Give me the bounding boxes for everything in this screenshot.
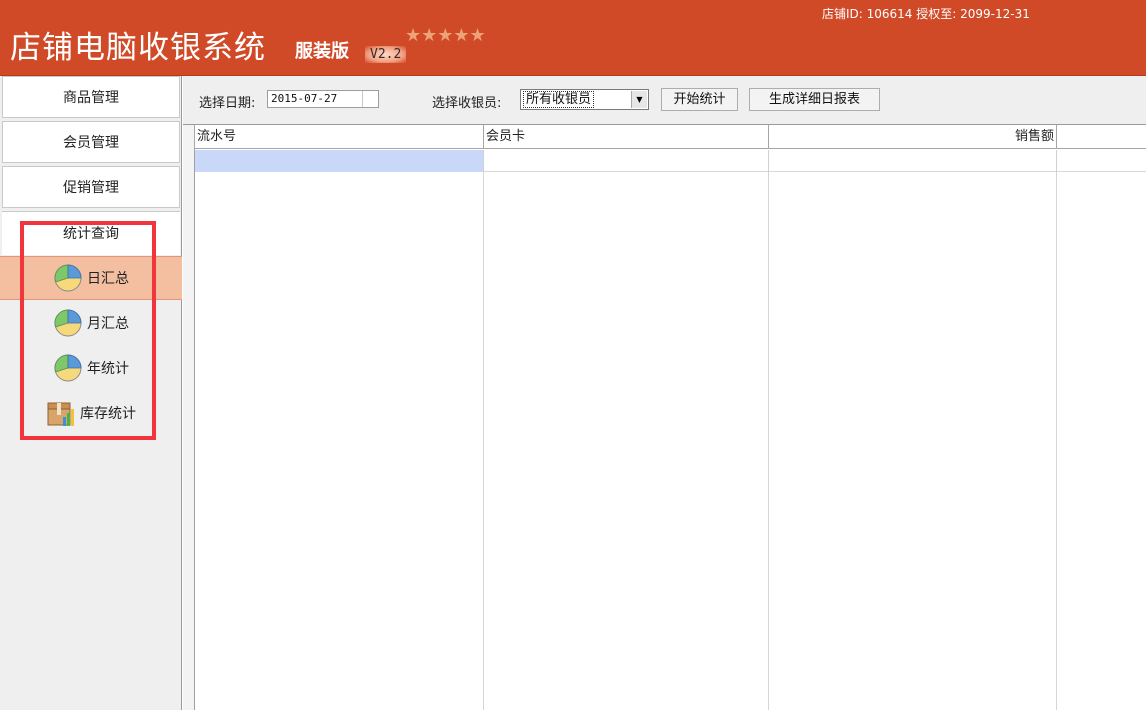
- generate-daily-report-button[interactable]: 生成详细日报表: [749, 88, 880, 111]
- sidebar-item-label: 月汇总: [87, 316, 129, 332]
- cashier-selected-value: 所有收银员: [523, 91, 595, 108]
- grid-header-row: 流水号 会员卡 销售额: [183, 125, 1146, 149]
- store-license-info: 店铺ID: 106614 授权至: 2099-12-31: [822, 7, 1030, 21]
- sidebar-item-daily-summary[interactable]: 日汇总: [0, 256, 182, 300]
- column-header-member-card[interactable]: 会员卡: [484, 125, 769, 149]
- sidebar-item-product-management[interactable]: 商品管理: [2, 76, 180, 118]
- table-cell-sales-amount[interactable]: [769, 150, 1057, 172]
- cashier-label: 选择收银员:: [432, 96, 502, 111]
- sidebar-item-inventory-stats[interactable]: 库存统计: [0, 391, 182, 435]
- sidebar-item-label: 年统计: [87, 361, 129, 377]
- start-statistics-button[interactable]: 开始统计: [661, 88, 738, 111]
- version-badge: V2.2: [365, 46, 407, 63]
- date-value: 2015-07-27: [271, 92, 338, 105]
- sidebar-item-label: 库存统计: [80, 406, 136, 422]
- row-header-column: [183, 125, 195, 710]
- sidebar-section-statistics[interactable]: 统计查询: [2, 211, 180, 255]
- toolbar: 选择日期: 2015-07-27 选择收银员: 所有收银员 ▼ 开始统计 生成详…: [183, 76, 1146, 124]
- date-field[interactable]: 2015-07-27: [267, 90, 379, 108]
- sidebar-item-member-management[interactable]: 会员管理: [2, 121, 180, 163]
- date-spinner[interactable]: [362, 91, 378, 107]
- app-title: 店铺电脑收银系统: [10, 30, 266, 66]
- sidebar: 商品管理 会员管理 促销管理 统计查询 日汇总 月汇总 年统计 库存统计: [0, 76, 182, 710]
- cashier-select[interactable]: 所有收银员 ▼: [520, 89, 649, 110]
- chevron-down-icon[interactable]: ▼: [631, 91, 647, 108]
- sidebar-item-monthly-summary[interactable]: 月汇总: [0, 301, 182, 345]
- column-divider: [768, 172, 769, 710]
- date-label: 选择日期:: [199, 96, 256, 111]
- sales-grid[interactable]: 流水号 会员卡 销售额: [183, 124, 1146, 710]
- row-header-cell[interactable]: [183, 150, 195, 172]
- pie-chart-icon: [53, 308, 83, 338]
- table-cell-serial-number[interactable]: [195, 150, 484, 172]
- column-divider: [483, 172, 484, 710]
- column-divider: [1056, 172, 1057, 710]
- inventory-chart-icon: [46, 398, 76, 428]
- edition-label: 服装版: [295, 41, 349, 62]
- table-cell-member-card[interactable]: [484, 150, 769, 172]
- pie-chart-icon: [53, 263, 83, 293]
- column-header-serial-number[interactable]: 流水号: [195, 125, 484, 149]
- grid-corner-cell: [183, 125, 195, 149]
- table-row[interactable]: [183, 150, 1146, 172]
- sidebar-item-label: 日汇总: [87, 271, 129, 287]
- column-header-sales-amount[interactable]: 销售额: [769, 125, 1057, 149]
- rating-stars: ★★★★★: [405, 25, 486, 46]
- sidebar-item-yearly-stats[interactable]: 年统计: [0, 346, 182, 390]
- sidebar-item-promotion-management[interactable]: 促销管理: [2, 166, 180, 208]
- pie-chart-icon: [53, 353, 83, 383]
- app-header: 店铺电脑收银系统 服装版 ★★★★★ V2.2 店铺ID: 106614 授权至…: [0, 0, 1146, 76]
